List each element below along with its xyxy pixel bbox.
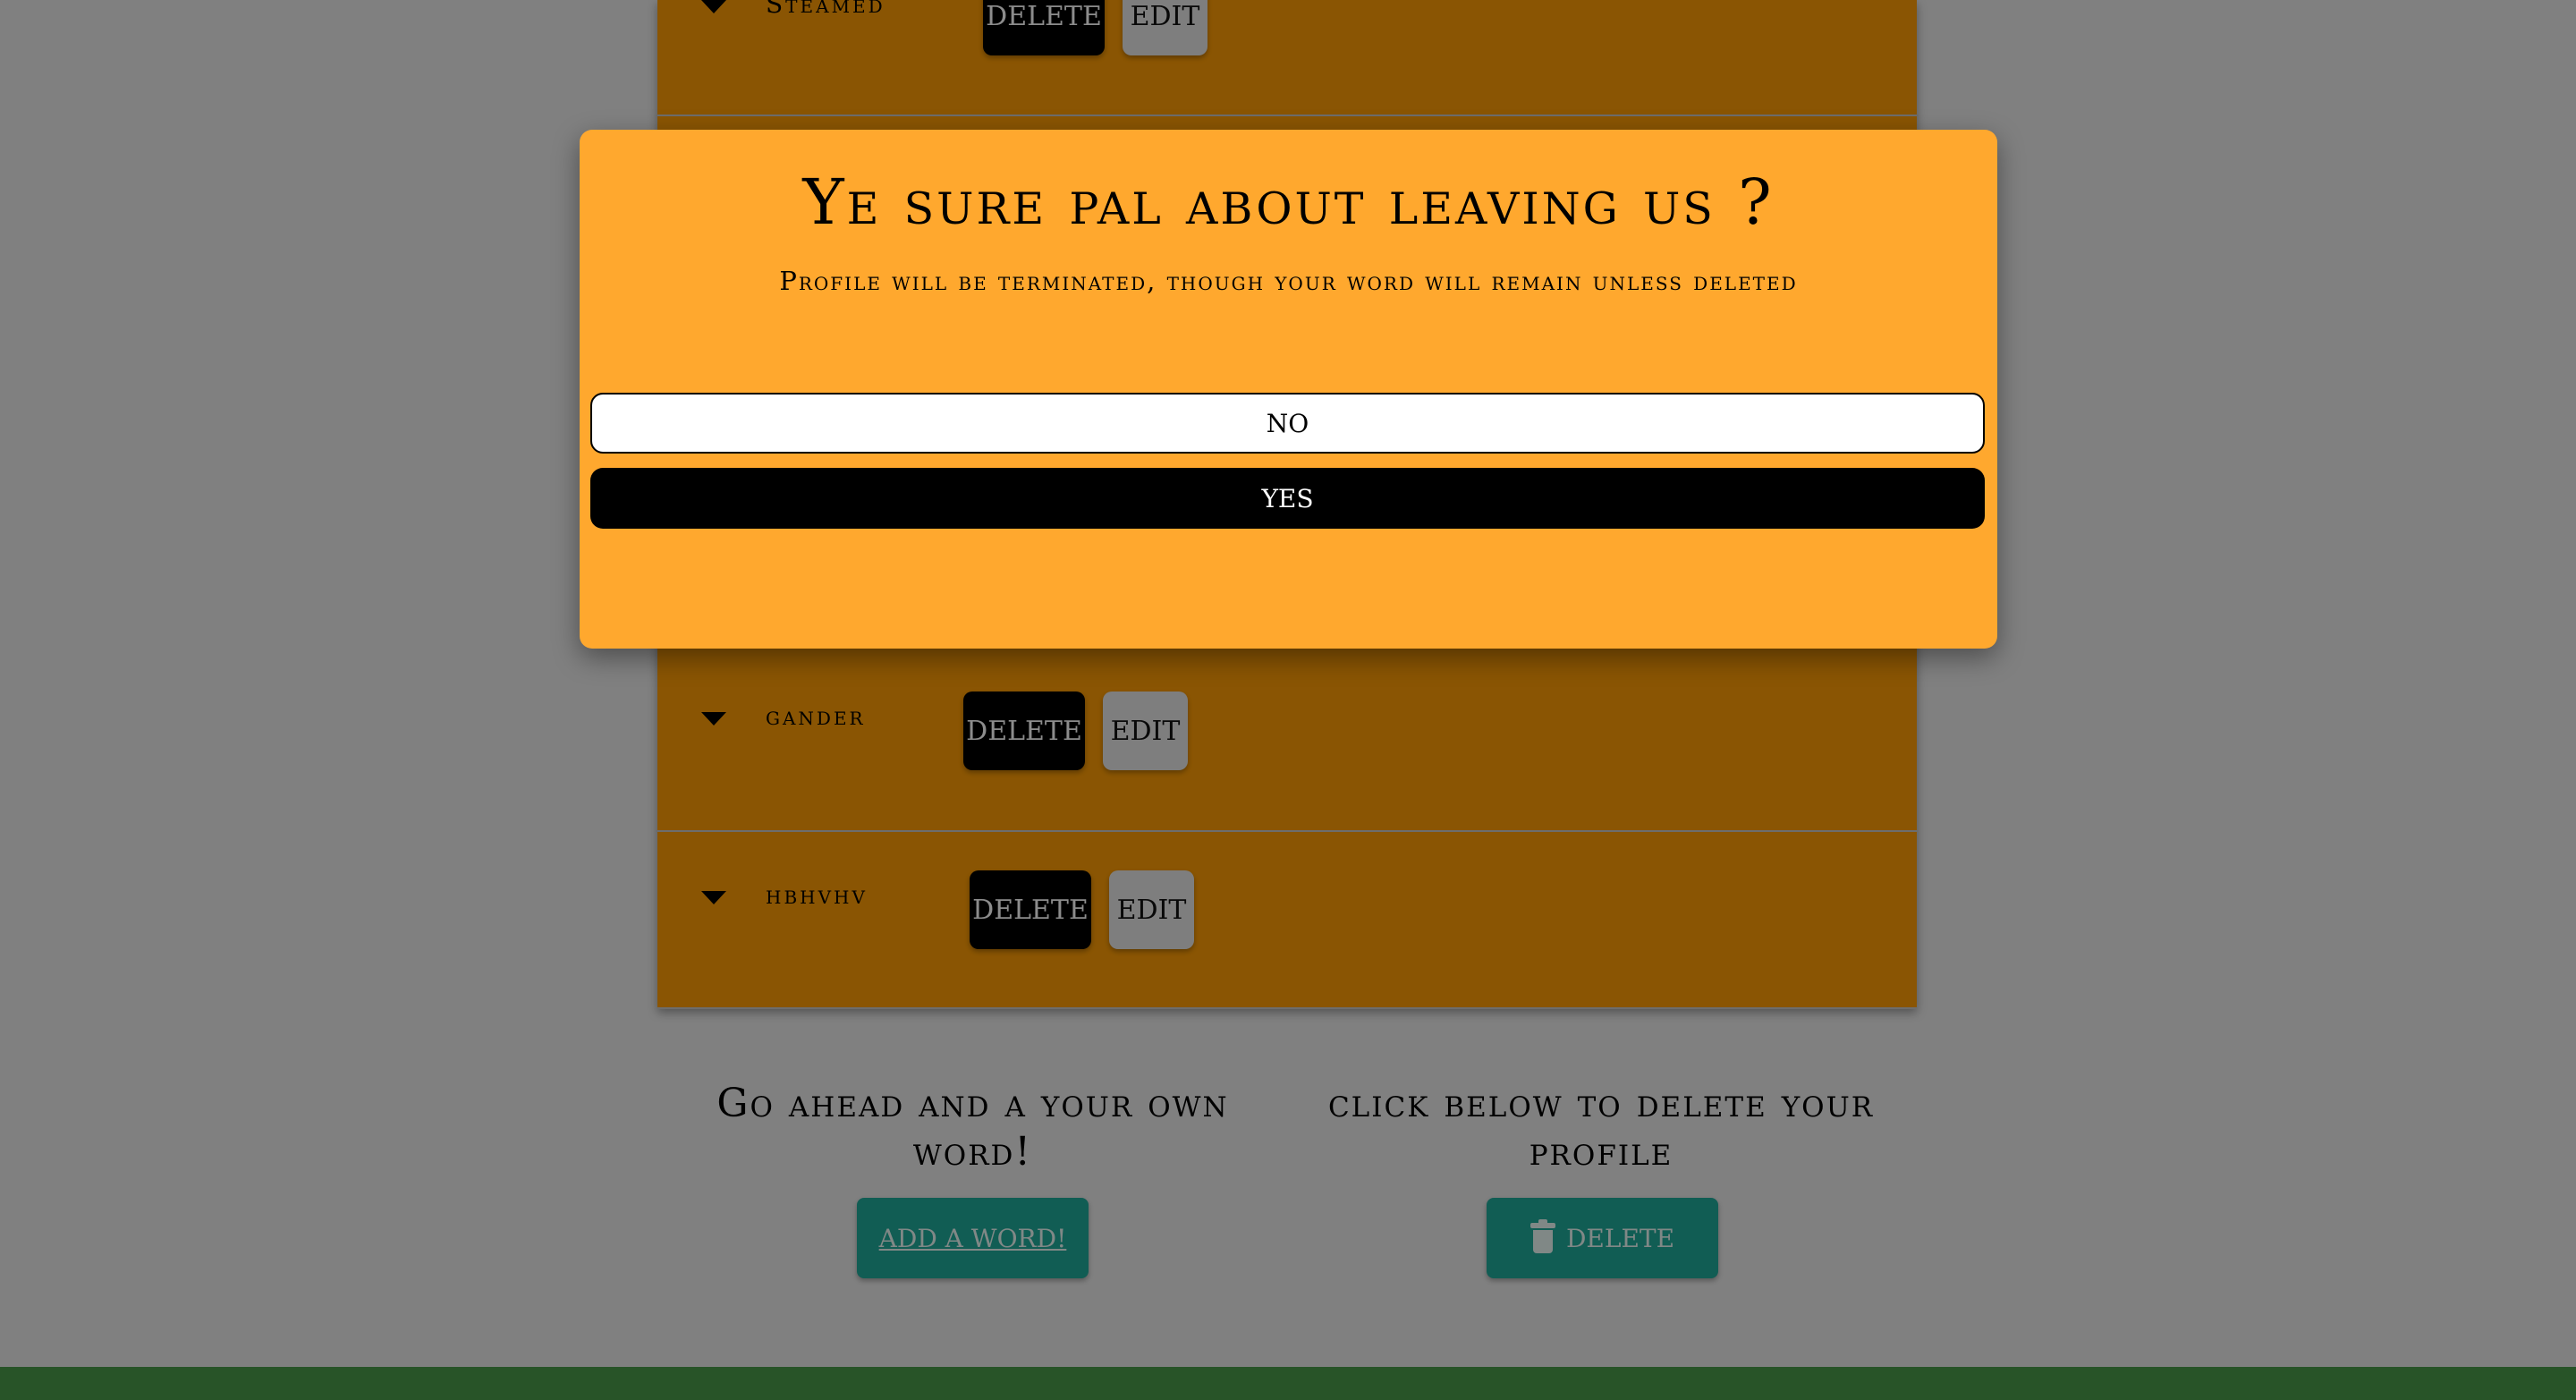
no-button[interactable]: NO <box>590 393 1985 454</box>
confirm-dialog: Ye sure pal about leaving us ? Profile w… <box>580 130 1997 649</box>
dialog-title: Ye sure pal about leaving us ? <box>802 165 1775 239</box>
dialog-message: Profile will be terminated, though your … <box>779 266 1798 296</box>
yes-button[interactable]: YES <box>590 468 1985 529</box>
